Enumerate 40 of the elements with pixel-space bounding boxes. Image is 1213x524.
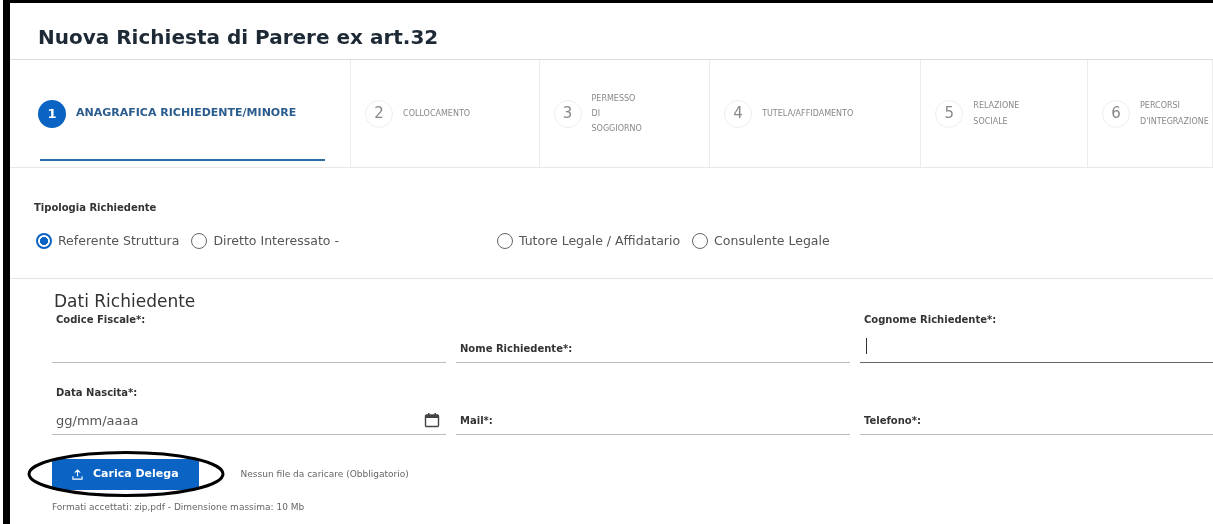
input-field[interactable]: Cognome Richiedente*:	[860, 310, 1213, 363]
calendar-icon[interactable]	[424, 412, 440, 428]
format-note: Formati accettati: zip,pdf - Dimensione massima: 10 Mb	[51, 500, 306, 514]
text-caret	[866, 338, 867, 354]
upload-button[interactable]: Carica Delega	[52, 459, 199, 490]
radio-label: Consulente Legale	[714, 231, 830, 250]
upload-status: Nessun file da caricare (Obbligatorio)	[240, 467, 409, 481]
step-label: COLLOCAMENTO	[403, 107, 471, 120]
step-label: TUTELA/AFFIDAMENTO	[762, 107, 854, 120]
input-field[interactable]: Nome Richiedente*:	[456, 310, 850, 363]
page-title: Nuova Richiesta di Parere ex art.32	[10, 3, 1213, 60]
input-field[interactable]: Mail*:	[456, 383, 850, 435]
input-field[interactable]: Data Nascita*: gg/mm/aaaa	[52, 383, 446, 435]
field-label: Telefono*:	[864, 414, 921, 428]
step-label: PERCORSI D'INTEGRAZIONE	[1140, 100, 1209, 128]
radio-label: Diretto Interessato -	[213, 231, 339, 250]
radio-label: Tutore Legale / Affidatario	[518, 231, 681, 250]
step-label: RELAZIONE SOCIALE	[973, 100, 1020, 128]
step-tab[interactable]: 1 ANAGRAFICA RICHIEDENTE/MINORE	[24, 60, 352, 167]
step-label: ANAGRAFICA RICHIEDENTE/MINORE	[76, 105, 297, 122]
field-label: Mail*:	[460, 414, 493, 428]
section-title: Dati Richiedente	[54, 293, 197, 310]
step-number: 1	[38, 99, 66, 128]
step-tab[interactable]: 5 RELAZIONE SOCIALE	[921, 60, 1088, 167]
step-tab[interactable]: 3 PERMESSO DI SOGGIORNO	[539, 60, 711, 167]
upload-icon	[72, 468, 83, 480]
radio-button[interactable]	[36, 233, 52, 249]
step-tab[interactable]: 4 TUTELA/AFFIDAMENTO	[710, 60, 922, 167]
input-field[interactable]: Telefono*:	[860, 383, 1213, 435]
placeholder-text: gg/mm/aaaa	[56, 411, 139, 430]
field-label: Nome Richiedente*:	[460, 342, 573, 356]
field-label: Codice Fiscale*:	[56, 313, 146, 327]
step-tab[interactable]: 2 COLLOCAMENTO	[351, 60, 540, 167]
radio-label: Referente Struttura	[58, 231, 180, 250]
step-tab[interactable]: 6 PERCORSI D'INTEGRAZIONE	[1088, 60, 1213, 167]
field-label: Cognome Richiedente*:	[864, 313, 997, 327]
group-label: Tipologia Richiedente	[34, 201, 158, 215]
field-label: Data Nascita*:	[56, 386, 138, 400]
input-field[interactable]: Codice Fiscale*:	[52, 310, 446, 363]
step-label: PERMESSO DI SOGGIORNO	[591, 92, 642, 136]
